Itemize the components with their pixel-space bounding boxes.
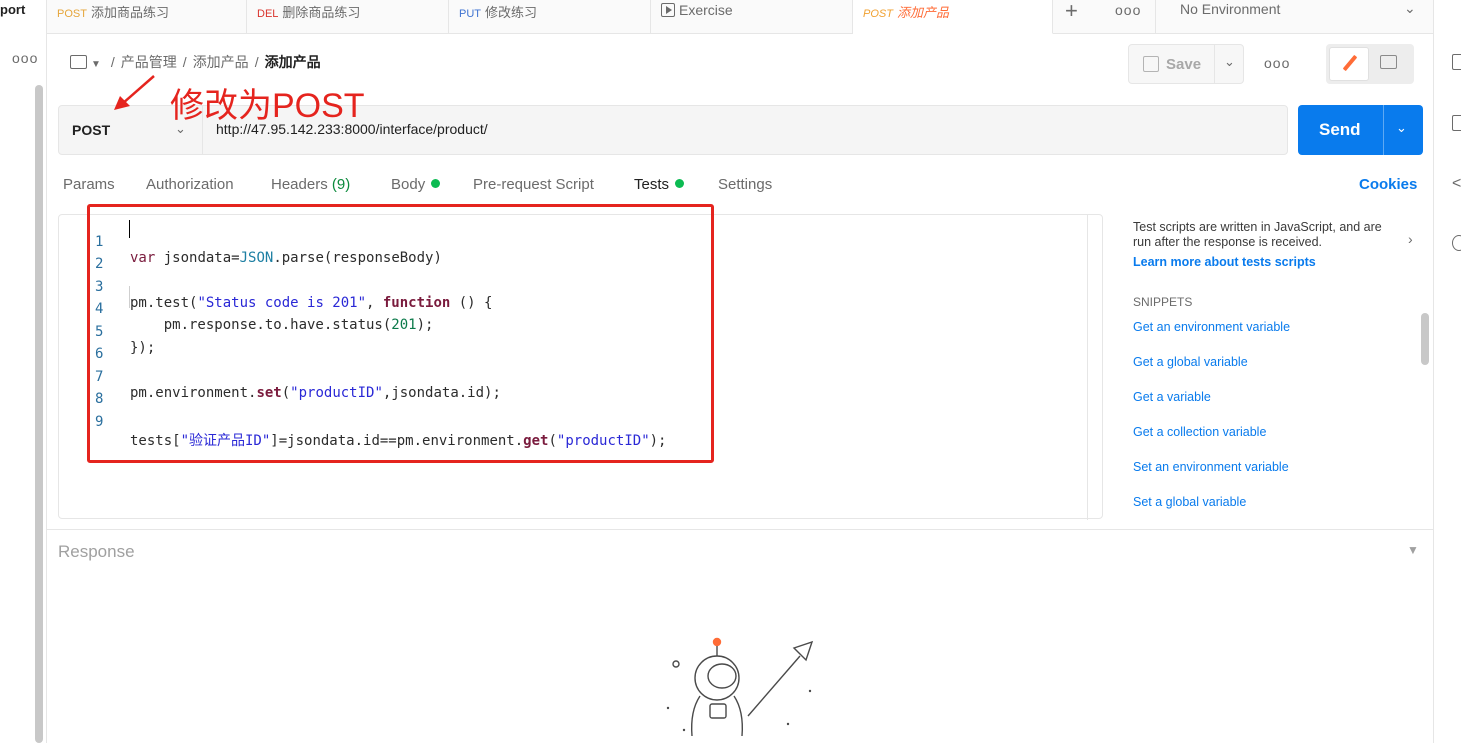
tab-title: 添加产品 xyxy=(896,5,949,20)
sidebar-scrollbar[interactable] xyxy=(35,85,43,743)
tab-method-badge: DEL xyxy=(257,8,279,20)
breadcrumb-request[interactable]: 添加产品 xyxy=(265,54,321,70)
tab-body[interactable]: Body xyxy=(391,176,441,193)
info-icon[interactable] xyxy=(1452,235,1461,251)
learn-more-link[interactable]: Learn more about tests scripts xyxy=(1133,255,1403,269)
tab-title: Exercise xyxy=(679,2,733,18)
comment-icon[interactable] xyxy=(1380,55,1397,69)
tab-authorization[interactable]: Authorization xyxy=(146,176,234,193)
caret-down-icon[interactable]: ▼ xyxy=(91,59,101,70)
tab-delete-goods[interactable]: DEL 删除商品练习 xyxy=(247,0,449,34)
tab-title: 删除商品练习 xyxy=(282,5,361,20)
tab-headers-label: Headers xyxy=(271,176,328,193)
snippet-link[interactable]: Set an environment variable xyxy=(1133,460,1289,474)
tab-settings[interactable]: Settings xyxy=(718,176,772,193)
astronaut-illustration-icon xyxy=(666,637,814,737)
snippet-link[interactable]: Get a collection variable xyxy=(1133,425,1266,439)
save-button[interactable]: Save ⌄ xyxy=(1128,44,1244,84)
tab-exercise[interactable]: Exercise xyxy=(651,0,853,34)
tab-add-goods[interactable]: POST 添加商品练习 xyxy=(47,0,247,34)
sidebar-more-icon[interactable]: ooo xyxy=(12,50,38,66)
annotation-text: 修改为POST xyxy=(170,87,365,125)
tab-title: 修改练习 xyxy=(485,5,538,20)
snippets-scrollbar[interactable] xyxy=(1421,313,1429,365)
chevron-down-icon: ⌄ xyxy=(1404,0,1416,16)
sidebar-label: port xyxy=(0,2,26,17)
chevron-down-icon[interactable]: ⌄ xyxy=(1224,54,1235,70)
left-sidebar: port ooo xyxy=(0,0,47,743)
method-value: POST xyxy=(72,122,111,138)
new-tab-icon[interactable]: + xyxy=(1065,0,1078,24)
right-sidebar: < xyxy=(1433,0,1461,743)
breadcrumb-collection[interactable]: 产品管理 xyxy=(121,54,177,70)
tab-modify[interactable]: PUT 修改练习 xyxy=(449,0,651,34)
tab-method-badge: POST xyxy=(863,8,893,20)
annotation-highlight-box xyxy=(87,204,714,463)
cookies-link[interactable]: Cookies xyxy=(1359,176,1417,193)
tab-tests-label: Tests xyxy=(634,176,670,193)
mode-toggle[interactable] xyxy=(1326,44,1414,84)
tabs-more-icon[interactable]: ooo xyxy=(1115,2,1141,18)
breadcrumb: ▼ / 产品管理 / 添加产品 / 添加产品 xyxy=(70,52,321,72)
caret-down-icon[interactable]: ▼ xyxy=(1407,543,1419,557)
environment-select[interactable]: No Environment ⌄ xyxy=(1155,0,1433,34)
send-label: Send xyxy=(1319,120,1361,139)
headers-count: (9) xyxy=(331,176,351,193)
snippets-heading: SNIPPETS xyxy=(1133,295,1193,309)
tab-headers[interactable]: Headers (9) xyxy=(271,176,350,193)
request-more-icon[interactable]: ooo xyxy=(1264,55,1290,71)
tab-method-badge: PUT xyxy=(459,8,481,20)
send-divider xyxy=(1383,105,1384,155)
save-label: Save xyxy=(1166,56,1202,73)
editor-scrollbar[interactable] xyxy=(1087,215,1103,520)
tests-description: Test scripts are written in JavaScript, … xyxy=(1133,220,1382,249)
tab-tests[interactable]: Tests xyxy=(634,176,685,193)
comments-icon[interactable] xyxy=(1452,115,1461,131)
chevron-down-icon[interactable]: ⌄ xyxy=(1396,120,1407,136)
status-dot-icon xyxy=(431,179,441,188)
tab-method-badge: POST xyxy=(57,8,87,20)
snippet-link[interactable]: Get a global variable xyxy=(1133,355,1248,369)
tab-body-label: Body xyxy=(391,176,426,193)
save-icon xyxy=(1143,56,1159,72)
response-divider[interactable] xyxy=(47,529,1433,530)
code-icon[interactable]: < xyxy=(1452,175,1461,192)
response-title: Response xyxy=(58,542,135,561)
status-dot-icon xyxy=(675,179,685,188)
snippet-link[interactable]: Get an environment variable xyxy=(1133,320,1290,334)
edit-pencil-icon[interactable] xyxy=(1329,47,1369,81)
request-tabs-bar: POST 添加商品练习 DEL 删除商品练习 PUT 修改练习 Exercise PO… xyxy=(47,0,1433,34)
documentation-icon[interactable] xyxy=(1452,54,1461,70)
snippet-link[interactable]: Get a variable xyxy=(1133,390,1211,404)
snippets-panel: Test scripts are written in JavaScript, … xyxy=(1133,220,1403,509)
environment-label: No Environment xyxy=(1180,1,1281,17)
breadcrumb-folder[interactable]: 添加产品 xyxy=(193,54,249,70)
collection-icon[interactable] xyxy=(70,55,87,69)
postman-window: port ooo POST 添加商品练习 DEL 删除商品练习 PUT 修改练习 Ex… xyxy=(0,0,1461,743)
play-icon xyxy=(661,3,675,17)
snippet-link[interactable]: Set a global variable xyxy=(1133,495,1246,509)
tab-add-product[interactable]: POST 添加产品 xyxy=(853,0,1053,34)
tab-params[interactable]: Params xyxy=(63,176,115,193)
tab-prerequest[interactable]: Pre-request Script xyxy=(473,176,594,193)
chevron-right-icon[interactable]: › xyxy=(1408,231,1413,247)
save-divider xyxy=(1214,45,1215,83)
tab-title: 添加商品练习 xyxy=(90,5,169,20)
send-button[interactable]: Send ⌄ xyxy=(1298,105,1423,155)
annotation-arrow-icon xyxy=(114,75,155,110)
